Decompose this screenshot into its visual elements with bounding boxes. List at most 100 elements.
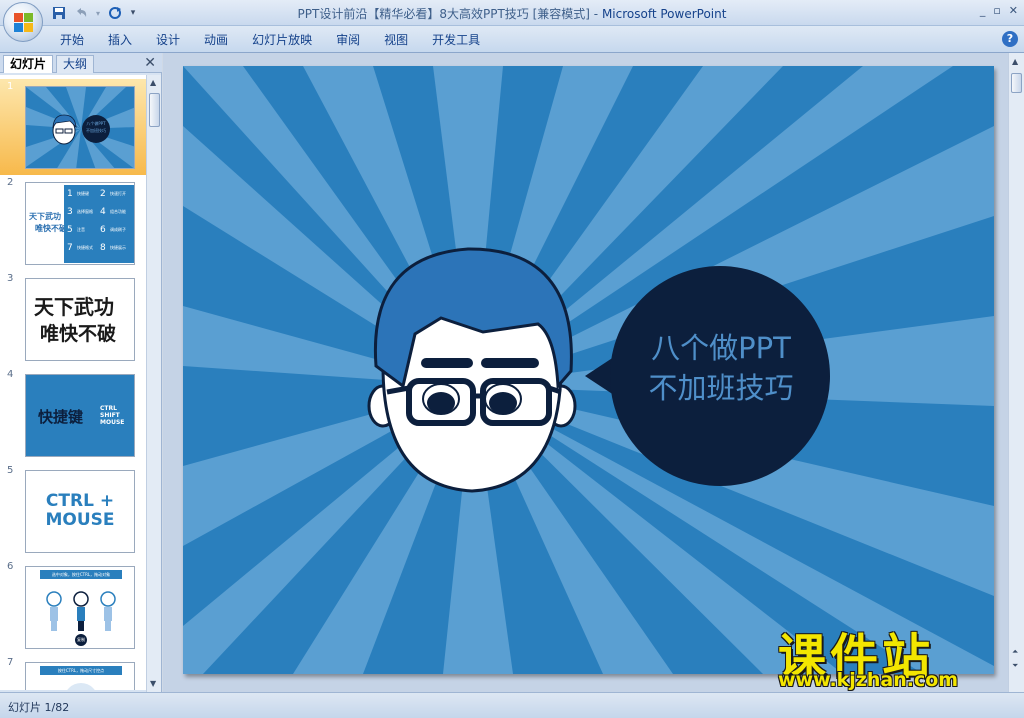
close-icon[interactable]: ✕: [1009, 4, 1018, 17]
grid-label: 注音: [77, 227, 85, 232]
tab-review[interactable]: 审阅: [324, 31, 372, 49]
slide-number: 3: [7, 273, 14, 284]
ribbon-tabs: 开始 插入 设计 动画 幻灯片放映 审阅 视图 开发工具: [48, 31, 492, 49]
slide-1-preview-line1: 八个做PPT: [86, 121, 106, 126]
slide-thumbnail-5[interactable]: 5 CTRL + MOUSE: [0, 463, 146, 559]
grid-label: 组合功能: [110, 209, 126, 214]
slide-thumbnail-1[interactable]: 1 八个做PPT 不加班技巧: [0, 79, 146, 175]
slide-preview: 天下武功 唯快不破 1 快捷键 2 快速打开 3 选择窗格 4 组合功能 5 注…: [25, 182, 135, 265]
slide-counter: 幻灯片 1/82: [8, 701, 70, 714]
slide-thumbnail-4[interactable]: 4 快捷键 CTRL SHIFT MOUSE: [0, 367, 146, 463]
slide-5-line1: CTRL +: [45, 491, 115, 511]
slide-7-circle: [64, 683, 98, 690]
office-logo-icon: [14, 13, 34, 33]
slide-thumbnail-2[interactable]: 2 天下武功 唯快不破 1 快捷键 2 快速打开 3 选择窗格 4 组合功能 5…: [0, 175, 146, 271]
office-button[interactable]: [3, 2, 43, 42]
previous-slide-icon[interactable]: ⏶: [1012, 647, 1018, 657]
title-separator: -: [589, 7, 602, 21]
slide-preview: 选中对象，按住CTRL，拖动对象 复制: [25, 566, 135, 649]
current-slide[interactable]: 八个做PPT 不加班技巧: [183, 66, 994, 674]
next-slide-icon[interactable]: ⏷: [1012, 661, 1018, 671]
restore-icon[interactable]: ▫: [993, 4, 1000, 17]
tab-developer[interactable]: 开发工具: [420, 31, 492, 49]
slide-background-graphic: [183, 66, 994, 674]
tab-view[interactable]: 视图: [372, 31, 420, 49]
slide-preview: 天下武功 唯快不破: [25, 278, 135, 361]
slide-2-grid: 1 快捷键 2 快速打开 3 选择窗格 4 组合功能 5 注音 6 调成刷子 7…: [64, 185, 134, 263]
scroll-up-icon[interactable]: ▲: [150, 78, 156, 87]
window-title: PPT设计前沿【精华必看】8大高效PPT技巧 [兼容模式] - Microsof…: [0, 5, 1024, 22]
slide-preview: 按住CTRL，拖动尺寸控点: [25, 662, 135, 690]
slide-1-preview-graphic: [26, 87, 134, 168]
slide-4-main: 快捷键: [38, 408, 84, 426]
slide-preview: 八个做PPT 不加班技巧: [25, 86, 135, 169]
tab-animations[interactable]: 动画: [192, 31, 240, 49]
grid-label: 快捷展示: [110, 245, 126, 250]
slide-4-side-2: SHIFT: [100, 412, 120, 419]
slide-thumbnail-6[interactable]: 6 选中对象，按住CTRL，拖动对象 复制: [0, 559, 146, 655]
slide-thumbnail-7[interactable]: 7 按住CTRL，拖动尺寸控点: [0, 655, 146, 690]
grid-num: 3: [67, 207, 73, 217]
minimize-icon[interactable]: _: [980, 4, 986, 17]
grid-num: 7: [67, 243, 73, 253]
title-bar: ▾ ▾ PPT设计前沿【精华必看】8大高效PPT技巧 [兼容模式] - Micr…: [0, 0, 1024, 26]
grid-label: 快速打开: [110, 191, 126, 196]
scrollbar-thumb[interactable]: [149, 93, 160, 127]
slide-2-title-line1: 天下武功: [29, 212, 61, 221]
slide-4-side-1: CTRL: [100, 405, 117, 412]
tab-design[interactable]: 设计: [144, 31, 192, 49]
slide-scrollbar[interactable]: ▲ ⏶ ⏷: [1008, 53, 1024, 692]
help-icon[interactable]: ?: [1002, 31, 1018, 47]
slide-thumbnail-3[interactable]: 3 天下武功 唯快不破: [0, 271, 146, 367]
document-title: PPT设计前沿【精华必看】8大高效PPT技巧 [兼容模式]: [297, 7, 590, 21]
grid-num: 2: [100, 189, 106, 199]
slide-thumbnails: 1 八个做PPT 不加班技巧 2 天下武功 唯快不破 1 快捷键 2 快速打开 …: [0, 75, 146, 690]
ribbon: 开始 插入 设计 动画 幻灯片放映 审阅 视图 开发工具 ?: [0, 26, 1024, 53]
app-name: Microsoft PowerPoint: [601, 7, 727, 21]
slide-title-line2: 不加班技巧: [648, 371, 794, 405]
slide-preview: CTRL + MOUSE: [25, 470, 135, 553]
grid-label: 快捷键: [77, 191, 89, 196]
slide-number: 2: [7, 177, 14, 188]
grid-label: 调成刷子: [110, 227, 126, 232]
slide-editing-area: 八个做PPT 不加班技巧: [163, 53, 1024, 692]
tab-slides[interactable]: 幻灯片: [3, 55, 54, 73]
scroll-up-icon[interactable]: ▲: [1012, 57, 1018, 66]
slide-number: 4: [7, 369, 14, 380]
tab-insert[interactable]: 插入: [96, 31, 144, 49]
tab-slide-show[interactable]: 幻灯片放映: [240, 31, 324, 49]
grid-num: 4: [100, 207, 106, 217]
watermark-url: www.kjzhan.com: [778, 669, 959, 691]
tab-home[interactable]: 开始: [48, 31, 96, 49]
scroll-down-icon[interactable]: ▼: [150, 679, 156, 688]
grid-num: 5: [67, 225, 73, 235]
slide-2-title-line2: 唯快不破: [35, 224, 67, 233]
scrollbar-thumb[interactable]: [1011, 73, 1022, 93]
slides-pane: 幻灯片 大纲 ✕ 1 八个做PPT 不加班技巧 2 天下武功 唯快不破 1 快捷…: [0, 53, 162, 692]
slide-number: 5: [7, 465, 14, 476]
grid-num: 8: [100, 243, 106, 253]
slide-preview: 快捷键 CTRL SHIFT MOUSE: [25, 374, 135, 457]
slide-7-header: 按住CTRL，拖动尺寸控点: [40, 666, 122, 675]
slide-4-side-3: MOUSE: [100, 419, 125, 426]
slide-number: 1: [7, 81, 14, 92]
grid-num: 1: [67, 189, 73, 199]
slide-3-line2: 唯快不破: [40, 323, 117, 345]
slide-title[interactable]: 八个做PPT 不加班技巧: [631, 328, 811, 408]
pane-tabs: 幻灯片 大纲 ✕: [0, 53, 162, 73]
slide-number: 6: [7, 561, 14, 572]
slide-5-line2: MOUSE: [45, 510, 115, 530]
grid-num: 6: [100, 225, 106, 235]
thumbnails-scrollbar[interactable]: ▲ ▼: [146, 75, 161, 692]
slide-3-line1: 天下武功: [34, 295, 114, 319]
slide-title-line1: 八个做PPT: [651, 331, 791, 365]
window-controls: _ ▫ ✕: [980, 4, 1018, 17]
status-bar: 幻灯片 1/82: [0, 692, 1024, 718]
grid-label: 快捷格式: [77, 245, 93, 250]
grid-label: 选择窗格: [77, 209, 93, 214]
slide-number: 7: [7, 657, 14, 668]
close-pane-icon[interactable]: ✕: [144, 55, 156, 71]
slide-6-badge: 复制: [77, 637, 85, 642]
slide-1-preview-line2: 不加班技巧: [86, 128, 106, 133]
tab-outline[interactable]: 大纲: [56, 55, 95, 73]
